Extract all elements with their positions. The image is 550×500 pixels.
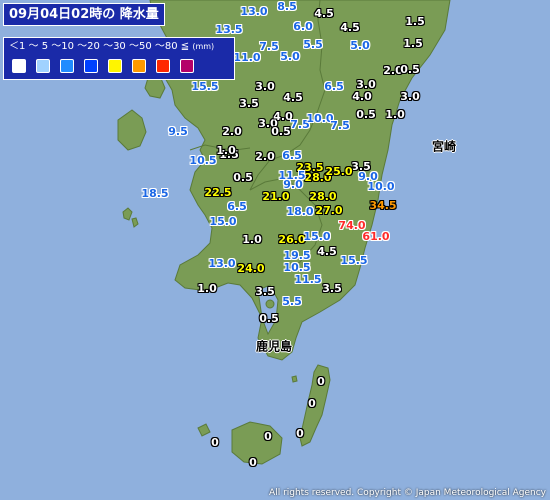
station-value: 11.0 bbox=[233, 51, 261, 64]
precipitation-map: 8.5 13.0 4.5 1.5 13.5 6.0 4.5 7.5 5.5 5.0 5.0 1.5 11… bbox=[0, 0, 550, 500]
station-value: 8.5 bbox=[277, 0, 297, 13]
station-value: 5.5 bbox=[282, 295, 302, 308]
station-value: 9.5 bbox=[168, 125, 188, 138]
station-value: 15.5 bbox=[191, 80, 219, 93]
station-value: 18.5 bbox=[141, 187, 169, 200]
station-value: 0 bbox=[264, 430, 272, 443]
station-value: 0 bbox=[211, 436, 219, 449]
legend-scale-text: ＜1 ～ 5 ～10 ～20 ～30 ～50 ～80 ≦ bbox=[9, 41, 190, 52]
place-label-kagoshima: 鹿児島 bbox=[255, 339, 293, 354]
station-value: 3.5 bbox=[322, 282, 342, 295]
station-value: 3.0 bbox=[255, 80, 275, 93]
kuchinoerabu-island bbox=[197, 423, 211, 437]
place-label-miyazaki: 宮崎 bbox=[431, 139, 457, 154]
station-value: 15.5 bbox=[340, 254, 368, 267]
station-value: 3.5 bbox=[255, 285, 275, 298]
station-value: 21.0 bbox=[262, 190, 290, 203]
station-value: 13.5 bbox=[215, 23, 243, 36]
station-value: 5.0 bbox=[350, 39, 370, 52]
station-value: 4.5 bbox=[314, 7, 334, 20]
legend-swatch bbox=[36, 59, 50, 73]
station-value: 3.0 bbox=[400, 90, 420, 103]
station-value: 13.0 bbox=[240, 5, 268, 18]
station-value: 0 bbox=[308, 397, 316, 410]
station-value: 6.5 bbox=[227, 200, 247, 213]
legend-unit: (mm) bbox=[192, 42, 215, 51]
station-value: 15.0 bbox=[209, 215, 237, 228]
station-value: 11.5 bbox=[294, 273, 322, 286]
station-value: 3.5 bbox=[239, 97, 259, 110]
sakurajima-island bbox=[265, 299, 275, 309]
station-value: 0 bbox=[249, 456, 257, 469]
station-value: 27.0 bbox=[315, 204, 343, 217]
legend-swatch bbox=[60, 59, 74, 73]
station-value: 7.5 bbox=[259, 40, 279, 53]
station-value: 0 bbox=[296, 427, 304, 440]
station-value: 6.5 bbox=[324, 80, 344, 93]
legend-swatch bbox=[108, 59, 122, 73]
mageshima-island bbox=[291, 375, 298, 383]
legend-swatch bbox=[132, 59, 146, 73]
station-value: 61.0 bbox=[362, 230, 390, 243]
copyright-notice: All rights reserved. Copyright © Japan M… bbox=[269, 488, 546, 498]
station-value: 1.0 bbox=[242, 233, 262, 246]
koshiki-island bbox=[122, 207, 133, 221]
amakusa-island-2 bbox=[117, 109, 147, 151]
station-value: 1.0 bbox=[385, 108, 405, 121]
station-value: 5.5 bbox=[303, 38, 323, 51]
station-value: 15.0 bbox=[303, 230, 331, 243]
koshiki-island-2 bbox=[131, 217, 139, 228]
station-value: 18.0 bbox=[286, 205, 314, 218]
station-value: 26.0 bbox=[278, 233, 306, 246]
station-value: 0.5 bbox=[233, 171, 253, 184]
legend-scale: ＜1 ～ 5 ～10 ～20 ～30 ～50 ～80 ≦ (mm) bbox=[9, 40, 214, 54]
station-value: 28.0 bbox=[309, 190, 337, 203]
station-value: 1.0 bbox=[197, 282, 217, 295]
station-value: 10.0 bbox=[367, 180, 395, 193]
legend-swatch bbox=[12, 59, 26, 73]
station-value: 0.5 bbox=[271, 125, 291, 138]
station-value: 24.0 bbox=[237, 262, 265, 275]
station-value: 2.0 bbox=[255, 150, 275, 163]
station-value: 34.5 bbox=[369, 199, 397, 212]
map-title: 09月04日02時の 降水量 bbox=[3, 3, 165, 26]
precipitation-legend: ＜1 ～ 5 ～10 ～20 ～30 ～50 ～80 ≦ (mm) bbox=[3, 37, 235, 80]
station-value: 13.0 bbox=[208, 257, 236, 270]
station-value: 2.0 bbox=[222, 125, 242, 138]
station-value: 25.0 bbox=[325, 165, 353, 178]
legend-swatch bbox=[84, 59, 98, 73]
station-value: 4.5 bbox=[340, 21, 360, 34]
station-value: 0 bbox=[317, 375, 325, 388]
legend-swatch bbox=[180, 59, 194, 73]
station-value: 10.5 bbox=[189, 154, 217, 167]
station-value: 22.5 bbox=[204, 186, 232, 199]
station-value: 6.0 bbox=[293, 20, 313, 33]
station-value: 4.0 bbox=[352, 90, 372, 103]
station-value: 0.5 bbox=[356, 108, 376, 121]
station-value: 1.5 bbox=[403, 37, 423, 50]
station-value: 4.5 bbox=[317, 245, 337, 258]
station-value: 1.0 bbox=[216, 144, 236, 157]
station-value: 7.5 bbox=[330, 119, 350, 132]
station-value: 5.0 bbox=[280, 50, 300, 63]
legend-swatch bbox=[156, 59, 170, 73]
station-value: 0.5 bbox=[400, 63, 420, 76]
station-value: 4.5 bbox=[283, 91, 303, 104]
station-value: 1.5 bbox=[405, 15, 425, 28]
station-value: 0.5 bbox=[259, 312, 279, 325]
